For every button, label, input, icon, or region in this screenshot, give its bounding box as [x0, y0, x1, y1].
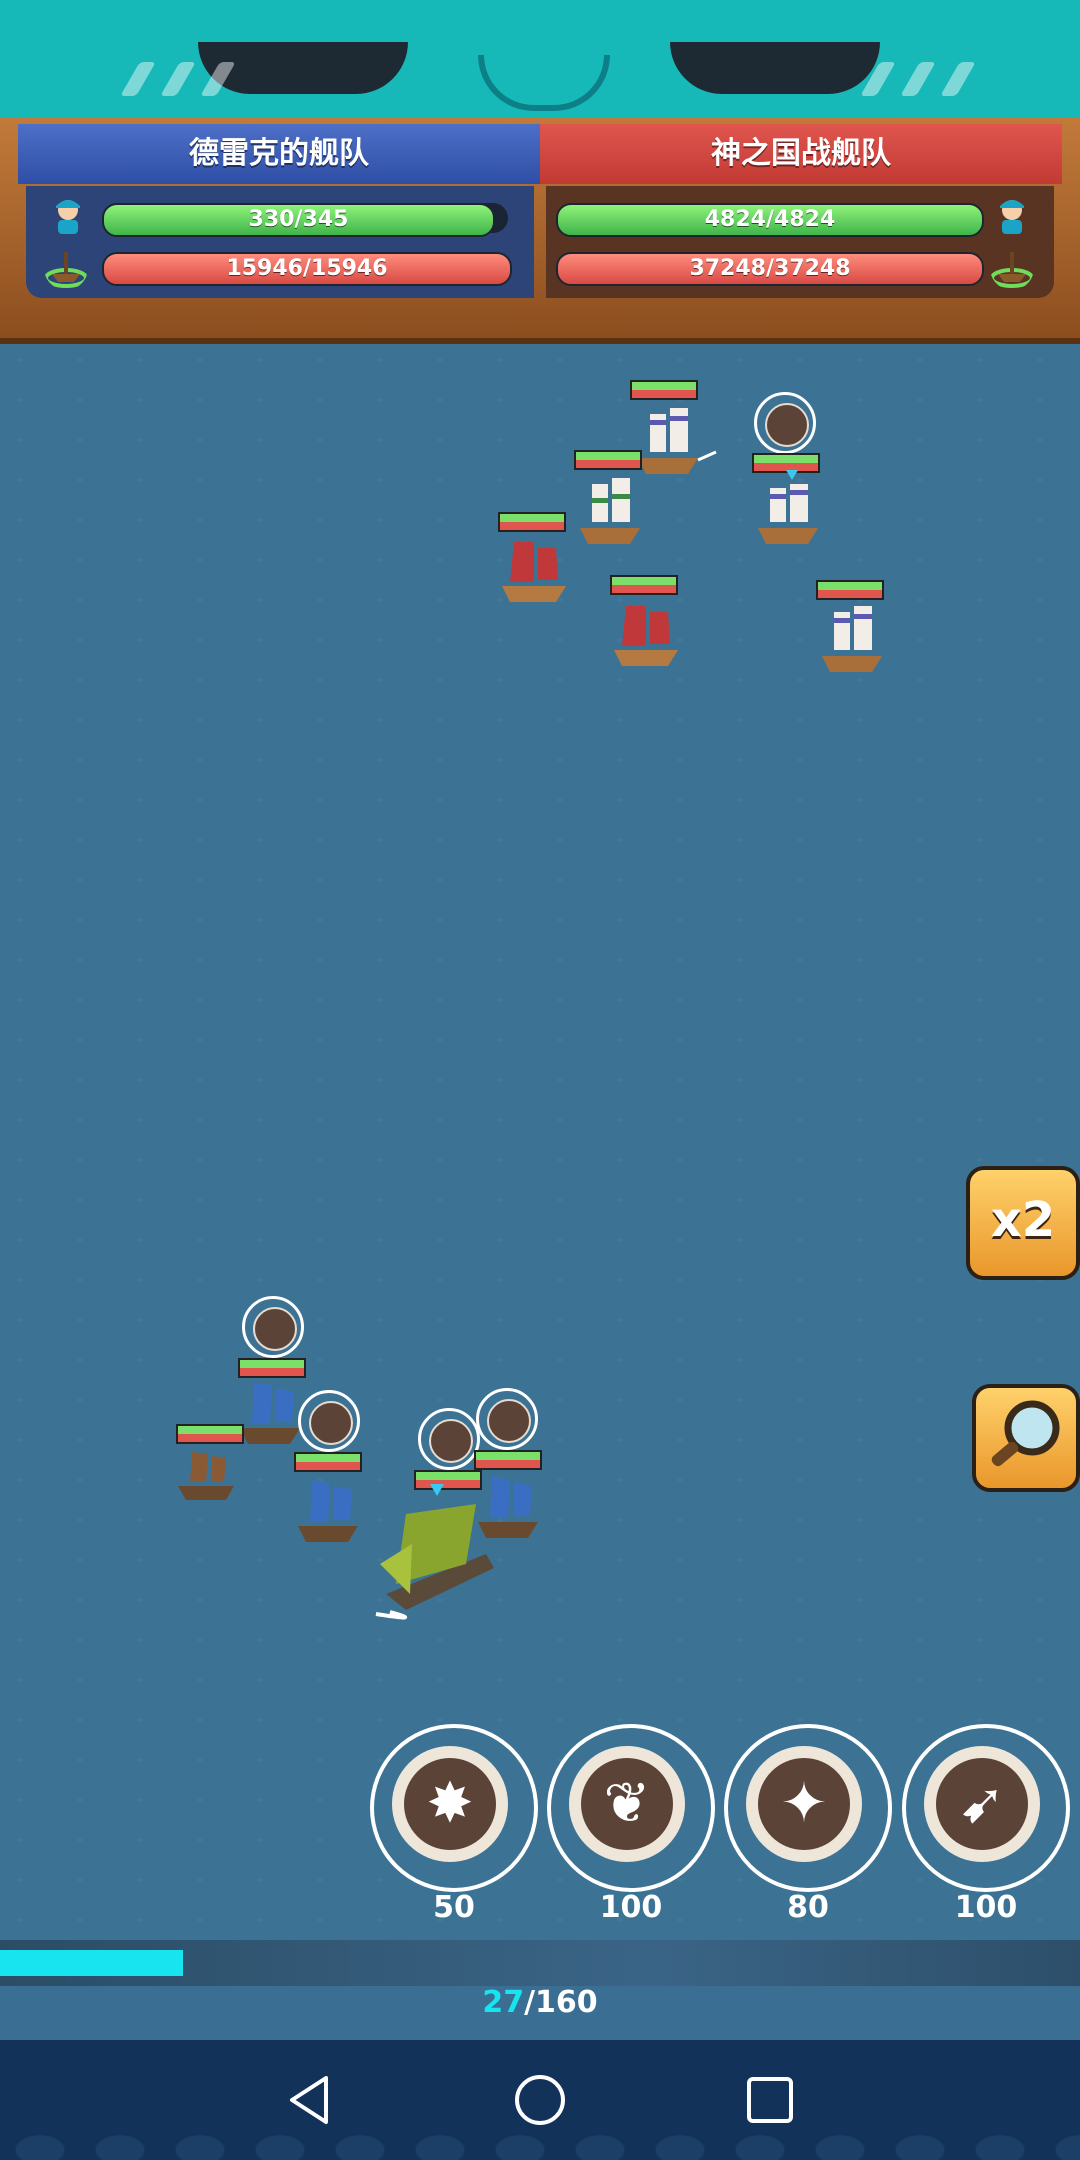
mascot-blush [160, 62, 196, 96]
energy-separator: / [524, 1985, 536, 2020]
enemy-ship-hp-bar [574, 450, 642, 470]
player-skill-badge [242, 1296, 304, 1358]
enemy-ship-hp-bar [630, 380, 698, 400]
player-blue-ship[interactable] [288, 1470, 378, 1550]
wings-icon: ❦ [603, 1771, 651, 1836]
skill-button-explosion[interactable]: ✸ [370, 1724, 538, 1892]
mascot-blush [940, 62, 976, 96]
player-skill-badge [418, 1408, 480, 1470]
skill-cost-4: 100 [954, 1890, 1018, 1925]
player-flagship[interactable] [366, 1484, 506, 1624]
skill-button-star-burst[interactable]: ✦ [724, 1724, 892, 1892]
left-crew-bar: 330/345 [102, 203, 495, 237]
player-skill-badge [298, 1390, 360, 1452]
ship-hull-icon [990, 252, 1034, 288]
home-icon[interactable] [512, 2072, 568, 2128]
energy-max: 160 [535, 1985, 598, 2020]
back-icon[interactable] [282, 2072, 338, 2128]
enemy-ship-hp-bar [610, 575, 678, 595]
player-skill-badge [476, 1388, 538, 1450]
energy-counter: 27/160 [0, 1985, 1080, 2020]
skill-cost-3: 80 [787, 1890, 829, 1925]
charge-icon: ➹ [958, 1771, 1006, 1836]
speed-x2-button[interactable]: x2 [966, 1166, 1080, 1280]
enemy-galleon-targeted[interactable] [748, 470, 838, 550]
right-crew-value: 4824/4824 [704, 207, 836, 232]
skill-cost-2: 100 [599, 1890, 663, 1925]
mascot-mouth [478, 55, 610, 111]
left-team-name: 德雷克的舰队 [18, 124, 540, 184]
right-hull-bar: 37248/37248 [556, 252, 984, 286]
zoom-button[interactable] [972, 1384, 1080, 1492]
sailor-icon [1000, 200, 1024, 234]
left-crew-value: 330/345 [248, 207, 349, 232]
energy-bar-fill [0, 1950, 183, 1976]
skill-button-wings[interactable]: ❦ [547, 1724, 715, 1892]
enemy-ship-hp-bar [816, 580, 884, 600]
right-hull-value: 37248/37248 [689, 256, 851, 281]
recents-icon[interactable] [742, 2072, 798, 2128]
mascot-banner [0, 0, 1080, 125]
right-team-name: 神之国战舰队 [540, 124, 1062, 184]
magnifier-icon [991, 1400, 1060, 1467]
skill-cost-1: 50 [433, 1890, 475, 1925]
sailor-icon [56, 200, 80, 234]
left-hull-bar: 15946/15946 [102, 252, 512, 286]
ship-hull-icon [44, 252, 88, 288]
explosion-icon: ✸ [426, 1771, 474, 1836]
right-team-panel: 4824/4824 37248/37248 [546, 186, 1054, 298]
mascot-blush [120, 62, 156, 96]
enemy-skill-badge [754, 392, 816, 454]
left-team-panel: 330/345 15946/15946 [26, 186, 534, 298]
mascot-right-eye [670, 42, 880, 94]
player-brown-ship[interactable] [168, 1440, 258, 1510]
right-crew-bar: 4824/4824 [556, 203, 984, 237]
enemy-ship-hp-bar [498, 512, 566, 532]
star-burst-icon: ✦ [780, 1771, 828, 1836]
enemy-galleon[interactable] [812, 598, 902, 678]
skill-button-charge[interactable]: ➹ [902, 1724, 1070, 1892]
player-ship-hp-bar [294, 1452, 362, 1472]
left-hull-value: 15946/15946 [226, 256, 388, 281]
enemy-junk[interactable] [494, 530, 584, 610]
energy-current: 27 [482, 1985, 525, 2020]
mascot-blush [900, 62, 936, 96]
enemy-junk[interactable] [606, 594, 696, 674]
